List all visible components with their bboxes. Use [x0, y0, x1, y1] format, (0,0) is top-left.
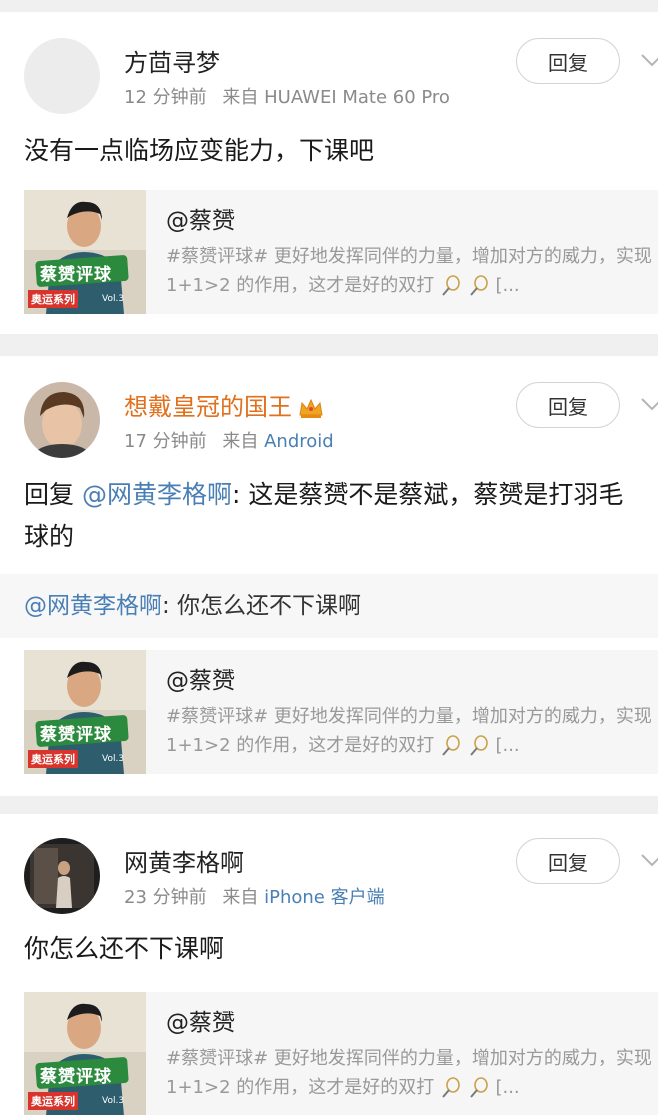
link-card-title: @蔡赟	[166, 1010, 235, 1036]
comment-meta: 17 分钟前 来自 Android	[124, 430, 334, 454]
comment-meta: 23 分钟前 来自 iPhone 客户端	[124, 886, 385, 910]
user-name[interactable]: 想戴皇冠的国王	[124, 392, 324, 422]
video-thumbnail: 蔡赟评球 奥运系列 Vol.3	[24, 190, 146, 314]
user-name[interactable]: 方茴寻梦	[124, 48, 220, 78]
thumbnail-vol: Vol.3	[102, 1096, 125, 1106]
link-card-desc-tail: [...	[495, 275, 520, 296]
source-device: HUAWEI Mate 60 Pro	[264, 87, 450, 108]
reply-label: 回复	[548, 52, 588, 75]
chevron-down-icon[interactable]	[638, 46, 658, 74]
comment-text: 回复 @网黄李格啊: 这是蔡赟不是蔡斌，蔡赟是打羽毛球的	[24, 474, 642, 558]
reply-button[interactable]: 回复	[516, 38, 620, 84]
link-card-desc-text: #蔡赟评球# 更好地发挥同伴的力量，增加对方的威力，实现 1+1>2 的作用，这…	[166, 246, 652, 296]
link-card-title: @蔡赟	[166, 208, 235, 234]
mention-link[interactable]: @网黄李格啊	[82, 480, 232, 509]
quoted-comment[interactable]: @网黄李格啊: 你怎么还不下课啊	[0, 574, 658, 638]
link-card-title: @蔡赟	[166, 668, 235, 694]
link-card-desc-text: #蔡赟评球# 更好地发挥同伴的力量，增加对方的威力，实现 1+1>2 的作用，这…	[166, 706, 652, 756]
link-card-desc-tail: [...	[495, 1077, 520, 1098]
thumbnail-badge: 蔡赟评球	[40, 725, 112, 745]
comment-card: 方茴寻梦 12 分钟前 来自 HUAWEI Mate 60 Pro 回复 没有一…	[0, 12, 658, 334]
link-card-desc: #蔡赟评球# 更好地发挥同伴的力量，增加对方的威力，实现 1+1>2 的作用，这…	[166, 242, 652, 300]
thumbnail-tag: 奥运系列	[28, 1092, 78, 1110]
reply-button[interactable]: 回复	[516, 838, 620, 884]
video-thumbnail: 蔡赟评球 奥运系列 Vol.3	[24, 650, 146, 774]
thumbnail-badge: 蔡赟评球	[40, 1067, 112, 1087]
user-name[interactable]: 网黄李格啊	[124, 848, 244, 878]
reply-label: 回复	[548, 852, 588, 875]
chevron-down-icon[interactable]	[638, 846, 658, 874]
chevron-down-icon[interactable]	[638, 390, 658, 418]
badminton-icon	[442, 275, 460, 296]
thumbnail-tag: 奥运系列	[28, 750, 78, 768]
source-prefix: 来自	[222, 887, 259, 908]
thumbnail-vol: Vol.3	[102, 294, 125, 304]
thumbnail-tag: 奥运系列	[28, 290, 78, 308]
link-card-desc: #蔡赟评球# 更好地发挥同伴的力量，增加对方的威力，实现 1+1>2 的作用，这…	[166, 702, 652, 760]
mention-link[interactable]: @网黄李格啊	[24, 593, 162, 619]
comment-meta: 12 分钟前 来自 HUAWEI Mate 60 Pro	[124, 86, 450, 110]
source-device[interactable]: iPhone 客户端	[264, 887, 384, 908]
reply-prefix: 回复	[24, 480, 75, 509]
thumbnail-badge: 蔡赟评球	[40, 265, 112, 285]
badminton-icon	[469, 275, 488, 296]
comment-card: 网黄李格啊 23 分钟前 来自 iPhone 客户端 回复 你怎么还不下课啊 蔡…	[0, 814, 658, 1115]
reply-label: 回复	[548, 396, 588, 419]
link-card[interactable]: 蔡赟评球 奥运系列 Vol.3 @蔡赟 #蔡赟评球# 更好地发挥同伴的力量，增加…	[24, 992, 658, 1115]
link-card-desc: #蔡赟评球# 更好地发挥同伴的力量，增加对方的威力，实现 1+1>2 的作用，这…	[166, 1044, 652, 1102]
reply-button[interactable]: 回复	[516, 382, 620, 428]
source-device[interactable]: Android	[264, 431, 334, 452]
thumbnail-vol: Vol.3	[102, 754, 125, 764]
link-card-desc-text: #蔡赟评球# 更好地发挥同伴的力量，增加对方的威力，实现 1+1>2 的作用，这…	[166, 1048, 652, 1098]
avatar[interactable]	[24, 838, 100, 914]
comment-time: 12 分钟前	[124, 87, 207, 108]
quoted-body: : 你怎么还不下课啊	[162, 593, 362, 619]
video-thumbnail: 蔡赟评球 奥运系列 Vol.3	[24, 992, 146, 1115]
link-card-desc-tail: [...	[495, 735, 520, 756]
badminton-icon	[442, 1077, 460, 1098]
link-card[interactable]: 蔡赟评球 奥运系列 Vol.3 @蔡赟 #蔡赟评球# 更好地发挥同伴的力量，增加…	[24, 650, 658, 774]
comment-text: 没有一点临场应变能力，下课吧	[24, 136, 375, 165]
crown-icon	[299, 398, 323, 418]
quoted-text: @网黄李格啊: 你怎么还不下课啊	[24, 590, 361, 622]
badminton-icon	[469, 735, 488, 756]
comment-time: 23 分钟前	[124, 887, 207, 908]
badminton-icon	[469, 1077, 488, 1098]
source-prefix: 来自	[222, 431, 259, 452]
comment-text: 你怎么还不下课啊	[24, 934, 225, 963]
comment-card: 想戴皇冠的国王 17 分钟前 来自 Android 回复 回复 @网黄李格啊: …	[0, 356, 658, 796]
link-card[interactable]: 蔡赟评球 奥运系列 Vol.3 @蔡赟 #蔡赟评球# 更好地发挥同伴的力量，增加…	[24, 190, 658, 314]
avatar[interactable]	[24, 382, 100, 458]
user-name-text: 想戴皇冠的国王	[124, 393, 292, 421]
source-prefix: 来自	[222, 87, 259, 108]
avatar[interactable]	[24, 38, 100, 114]
badminton-icon	[442, 735, 460, 756]
comment-time: 17 分钟前	[124, 431, 207, 452]
